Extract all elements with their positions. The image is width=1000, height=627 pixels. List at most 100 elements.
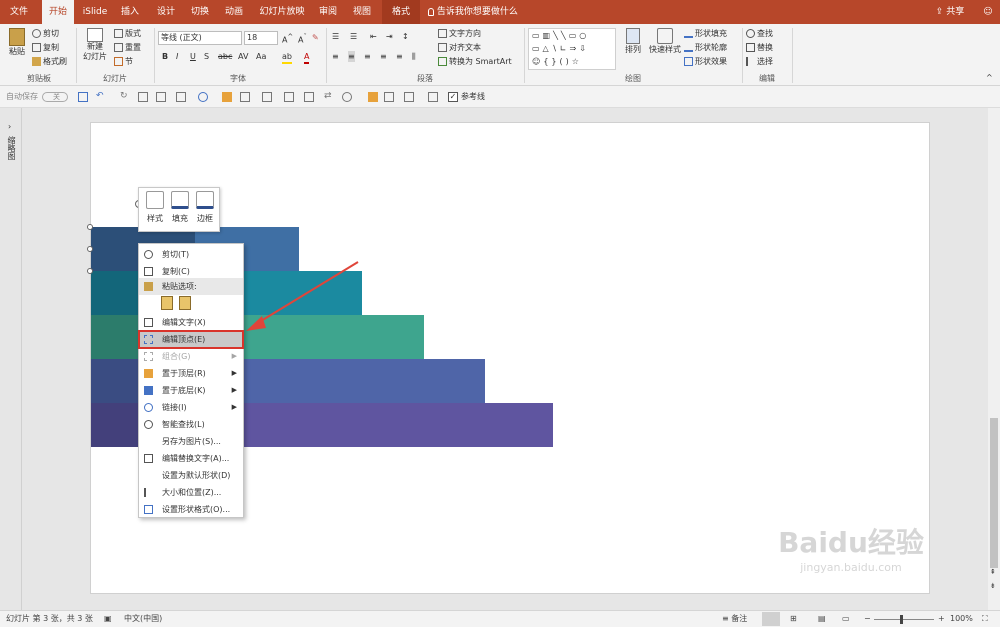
font-color-button[interactable]: A (304, 51, 310, 64)
selection-pane-icon[interactable] (428, 92, 438, 102)
zoom-slider[interactable] (874, 619, 934, 620)
notes-button[interactable]: ≡ 备注 (722, 611, 747, 627)
context-menu-item[interactable]: 编辑文字(X) (139, 314, 243, 331)
undo-icon[interactable]: ↶ (96, 92, 106, 102)
shape-outline-button[interactable]: 形状轮廓 (684, 42, 727, 53)
tab-insert[interactable]: 插入 (116, 0, 144, 24)
autosave-toggle[interactable]: 关 (42, 92, 68, 102)
context-menu-item[interactable]: 置于底层(K) ▶ (139, 382, 243, 399)
reading-view-button[interactable]: ▤ (818, 611, 826, 627)
context-menu-item[interactable]: 设置形状格式(O)... (139, 501, 243, 518)
language-status[interactable]: 中文(中国) (124, 611, 162, 627)
decrease-indent-button[interactable]: ⇤ (370, 31, 377, 42)
tab-islide[interactable]: iSlide (80, 0, 110, 24)
select-button[interactable]: 选择 (746, 56, 773, 67)
tab-format[interactable]: 格式 (382, 0, 420, 24)
selection-handle[interactable] (87, 246, 93, 252)
zoom-in-button[interactable]: + (938, 611, 945, 627)
arrange-button[interactable]: 排列 (622, 28, 644, 55)
quick-styles-button[interactable]: 快速样式 (648, 28, 682, 55)
find-button[interactable]: 查找 (746, 28, 773, 39)
crop-icon[interactable] (262, 92, 272, 102)
font-size-select[interactable]: 18 (244, 31, 278, 45)
paste-picture-icon[interactable] (179, 296, 191, 310)
guides-checkbox[interactable]: ✓ (448, 92, 458, 102)
change-case-button[interactable]: Aa (256, 51, 266, 62)
char-spacing-button[interactable]: AV (238, 51, 248, 62)
justify-button[interactable]: ≡ (380, 51, 387, 62)
copy-button[interactable]: 复制 (32, 42, 59, 53)
distribute-button[interactable]: ≡ (396, 51, 403, 62)
context-menu-item[interactable]: 编辑顶点(E) (138, 330, 244, 349)
cut-button[interactable]: 剪切 (32, 28, 59, 39)
redo-icon[interactable]: ↻ (120, 92, 130, 102)
format-painter-button[interactable]: 格式刷 (32, 56, 67, 67)
prev-slide-icon[interactable]: ⇞ (990, 568, 996, 576)
start-slideshow-icon[interactable] (138, 92, 148, 102)
tab-animations[interactable]: 动画 (220, 0, 248, 24)
vertical-scrollbar[interactable]: ⇞ ⇟ (988, 108, 1000, 610)
new-slide-button[interactable]: 新建 幻灯片 (80, 28, 110, 62)
group-objects-icon[interactable] (404, 92, 414, 102)
layout-button[interactable]: 版式 (114, 28, 141, 39)
context-menu-item[interactable]: 链接(I) ▶ (139, 399, 243, 416)
context-menu-item[interactable]: 剪切(T) (139, 246, 243, 263)
shrink-font-button[interactable]: Aˇ (298, 32, 307, 46)
shape-fill-button[interactable]: 形状填充 (684, 28, 727, 39)
share-button[interactable]: ⇪ 共享 (930, 0, 970, 24)
slideshow-button[interactable]: ▭ (842, 611, 850, 627)
tab-home[interactable]: 开始 (42, 0, 74, 24)
normal-view-button[interactable] (762, 612, 780, 626)
expand-icon[interactable]: › (8, 122, 11, 131)
layer-qat-icon[interactable] (304, 92, 314, 102)
collapse-ribbon-icon[interactable]: ^ (986, 72, 993, 83)
bullets-button[interactable]: ☰ (332, 31, 339, 42)
bold-button[interactable]: B (162, 51, 168, 62)
tab-review[interactable]: 审阅 (314, 0, 342, 24)
smile-icon[interactable]: ☺ (980, 0, 996, 24)
zoom-out-button[interactable]: − (864, 611, 871, 627)
scrollbar-thumb[interactable] (990, 418, 998, 568)
merge-shapes-icon[interactable] (342, 92, 352, 102)
shadow-button[interactable]: S (204, 51, 209, 62)
clear-format-button[interactable]: ✎ (312, 32, 319, 43)
increase-indent-button[interactable]: ⇥ (386, 31, 393, 42)
paste-button[interactable]: 粘贴 (6, 28, 28, 57)
context-menu-item[interactable]: 设置为默认形状(D) (139, 467, 243, 484)
save-icon[interactable] (78, 92, 88, 102)
paste-keep-format-icon[interactable] (161, 296, 173, 310)
group-qat-icon[interactable] (222, 92, 232, 102)
highlight-button[interactable]: ab (282, 51, 292, 64)
numbering-button[interactable]: ☰ (350, 31, 357, 42)
zoom-slider-thumb[interactable] (900, 615, 903, 624)
replace-button[interactable]: 替换 (746, 42, 773, 53)
tab-transitions[interactable]: 切换 (186, 0, 214, 24)
reset-button[interactable]: 重置 (114, 42, 141, 53)
align-qat-icon[interactable] (240, 92, 250, 102)
rotate-icon[interactable]: ⇄ (324, 92, 334, 102)
tab-file[interactable]: 文件 (6, 0, 32, 24)
tab-design[interactable]: 设计 (152, 0, 180, 24)
section-button[interactable]: 节 (114, 56, 133, 67)
bring-front-qat-icon[interactable] (368, 92, 378, 102)
underline-button[interactable]: U (190, 51, 196, 62)
distribute-qat-icon[interactable] (284, 92, 294, 102)
spellcheck-icon[interactable]: ▣ (104, 611, 112, 627)
tab-view[interactable]: 视图 (348, 0, 376, 24)
shape-effects-button[interactable]: 形状效果 (684, 56, 727, 67)
mini-style-button[interactable]: 样式 (142, 191, 168, 224)
touch-mode-icon[interactable] (156, 92, 166, 102)
selection-handle[interactable] (87, 224, 93, 230)
smartart-button[interactable]: 转换为 SmartArt (438, 56, 512, 67)
italic-button[interactable]: I (176, 51, 178, 62)
mini-fill-button[interactable]: 填充 (167, 191, 193, 224)
tab-slideshow[interactable]: 幻灯片放映 (256, 0, 308, 24)
align-left-button[interactable]: ≡ (332, 51, 339, 62)
next-slide-icon[interactable]: ⇟ (990, 582, 996, 590)
shapes-icon[interactable] (176, 92, 186, 102)
send-back-qat-icon[interactable] (384, 92, 394, 102)
slide-sorter-button[interactable]: ⊞ (790, 611, 797, 627)
line-spacing-button[interactable]: ↕ (402, 31, 409, 42)
align-center-button[interactable]: ≡ (348, 51, 355, 62)
columns-button[interactable]: ⫼ (412, 51, 416, 62)
